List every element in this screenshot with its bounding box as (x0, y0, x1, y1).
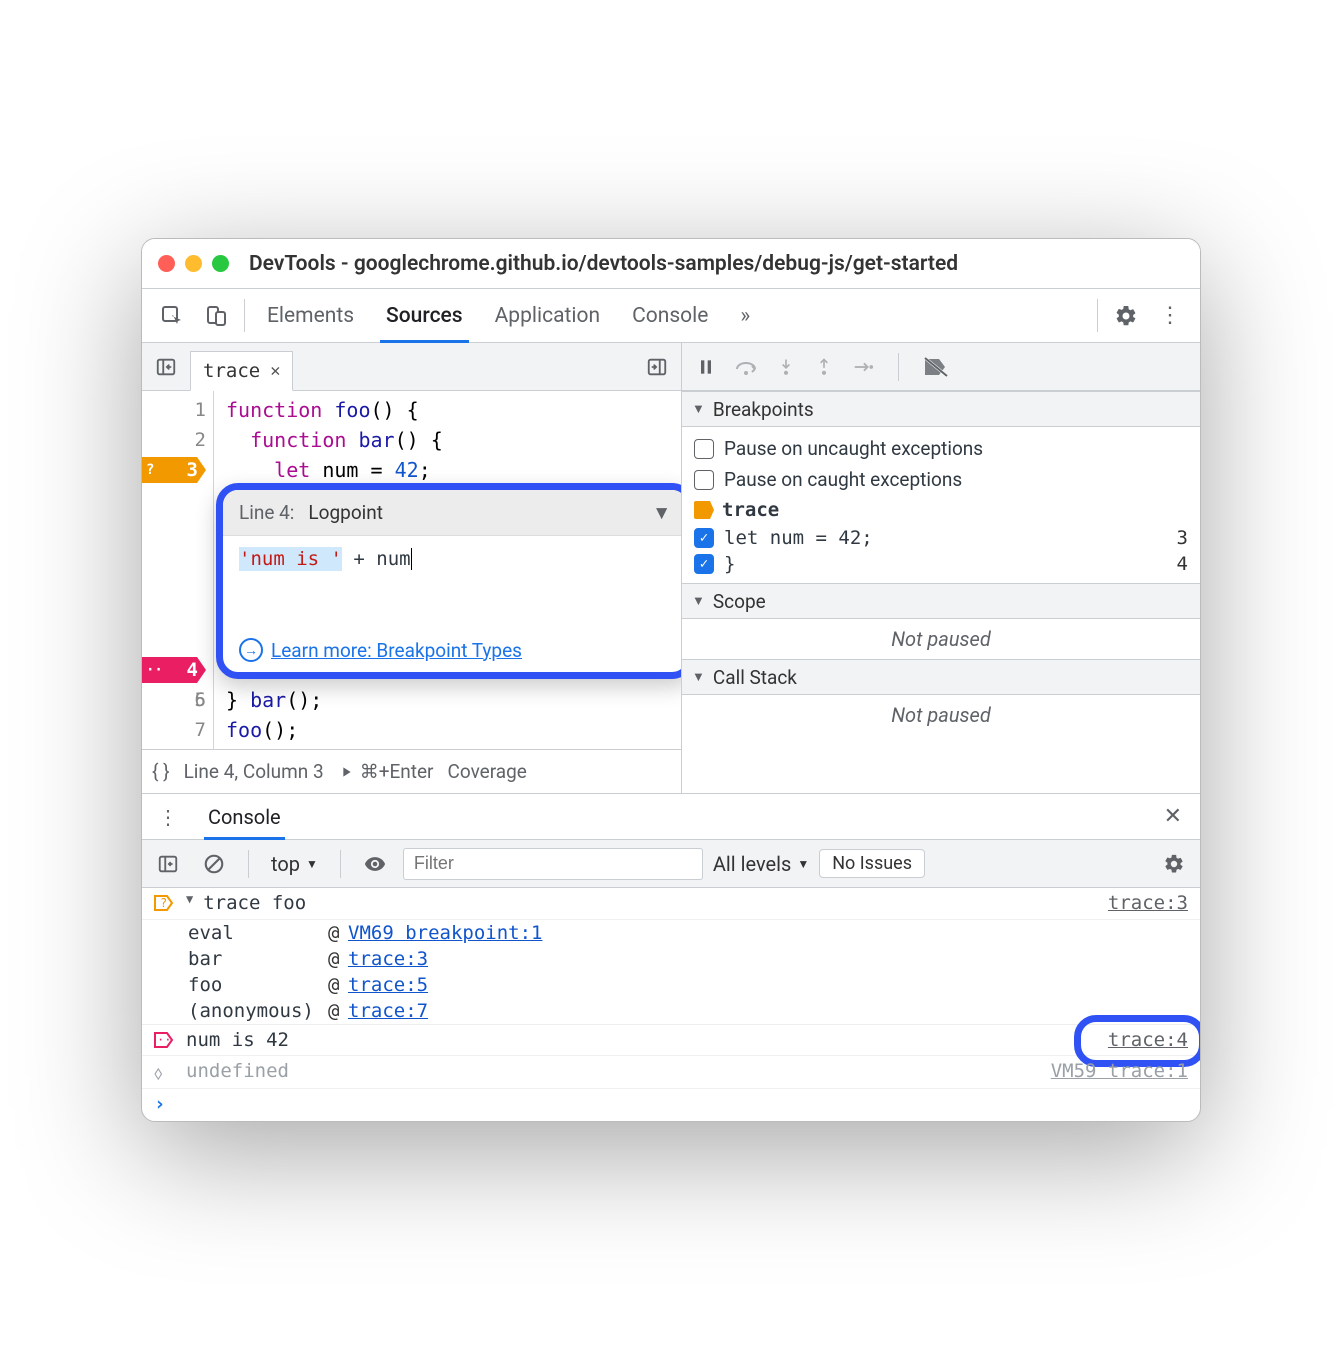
dropdown-caret-icon[interactable]: ▼ (652, 501, 671, 525)
source-link[interactable]: trace:4 (1108, 1029, 1188, 1051)
console-message[interactable]: ? ▼ trace foo trace:3 (142, 888, 1200, 920)
conditional-breakpoint-marker[interactable]: ?3 (142, 457, 206, 483)
source-link[interactable]: trace:3 (1108, 892, 1188, 914)
stack-trace: eval@VM69 breakpoint:1 bar@trace:3 foo@t… (142, 920, 1200, 1024)
run-snippet-button[interactable]: ⌘+Enter (338, 760, 434, 783)
prompt-chevron-icon: › (154, 1093, 165, 1115)
expand-triangle-icon: ▼ (692, 401, 705, 417)
logpoint-badge-icon: ·· (154, 1031, 176, 1049)
tab-elements[interactable]: Elements (251, 289, 370, 342)
console-prompt[interactable]: › (142, 1089, 1200, 1121)
scope-section-header[interactable]: ▼ Scope (682, 583, 1200, 619)
editor-statusbar: { } Line 4, Column 3 ⌘+Enter Coverage (142, 749, 681, 793)
line-number[interactable]: 1 (142, 399, 206, 421)
breakpoint-row[interactable]: ✓ let num = 42; 3 (694, 525, 1188, 551)
close-window-button[interactable] (158, 255, 175, 272)
console-message[interactable]: ·· num is 42 trace:4 (142, 1024, 1200, 1056)
inspect-element-icon[interactable] (150, 289, 194, 342)
pause-uncaught-checkbox[interactable] (694, 439, 714, 459)
callstack-not-paused: Not paused (682, 695, 1200, 735)
arrow-right-circle-icon: → (239, 638, 263, 662)
breakpoints-section-header[interactable]: ▼ Breakpoints (682, 391, 1200, 427)
stack-frame[interactable]: eval@VM69 breakpoint:1 (188, 920, 1200, 946)
zoom-window-button[interactable] (212, 255, 229, 272)
svg-text:··: ·· (157, 1033, 171, 1047)
tab-console[interactable]: Console (616, 289, 724, 342)
expand-triangle-icon[interactable]: ▼ (186, 892, 193, 906)
window-titlebar: DevTools - googlechrome.github.io/devtoo… (142, 239, 1200, 289)
tab-sources[interactable]: Sources (370, 289, 479, 342)
window-title: DevTools - googlechrome.github.io/devtoo… (249, 252, 958, 276)
dropdown-caret-icon: ▼ (797, 857, 809, 871)
breakpoint-type-select[interactable]: Logpoint (308, 501, 383, 524)
breakpoint-checkbox[interactable]: ✓ (694, 554, 714, 574)
code-editor[interactable]: 1 function foo() { 2 function bar() { ?3… (142, 391, 681, 749)
return-arrow-icon: ⬨ (154, 1062, 176, 1084)
tab-application[interactable]: Application (479, 289, 616, 342)
console-filter-input[interactable] (403, 848, 703, 880)
settings-icon[interactable] (1104, 289, 1148, 342)
sources-subbar: trace ✕ (142, 343, 681, 391)
file-tab-trace[interactable]: trace ✕ (190, 351, 293, 391)
drawer-tab-console[interactable]: Console (194, 794, 295, 839)
main-tabs: Elements Sources Application Console » ⋮ (142, 289, 1200, 343)
file-tab-name: trace (203, 360, 260, 382)
scope-not-paused: Not paused (682, 619, 1200, 659)
expand-triangle-icon: ▼ (692, 669, 705, 685)
stack-frame[interactable]: bar@trace:3 (188, 946, 1200, 972)
pretty-print-button[interactable]: { } (152, 760, 170, 783)
pause-caught-checkbox[interactable] (694, 470, 714, 490)
live-expression-icon[interactable] (357, 853, 393, 875)
tabs-overflow-button[interactable]: » (724, 289, 766, 342)
cursor-position: Line 4, Column 3 (184, 760, 324, 783)
close-drawer-icon[interactable]: ✕ (1154, 804, 1192, 829)
debugger-toolbar (682, 343, 1200, 391)
console-settings-icon[interactable] (1156, 853, 1192, 875)
callstack-section-header[interactable]: ▼ Call Stack (682, 659, 1200, 695)
console-message[interactable]: ⬨ undefined VM59 trace:1 (142, 1056, 1200, 1089)
coverage-button[interactable]: Coverage (448, 760, 527, 783)
breakpoint-group[interactable]: trace (694, 495, 1188, 525)
window-controls (158, 255, 229, 272)
deactivate-breakpoints-icon[interactable] (923, 356, 949, 378)
breakpoints-section: Pause on uncaught exceptions Pause on ca… (682, 427, 1200, 583)
pause-icon[interactable] (696, 357, 716, 377)
step-into-icon[interactable] (776, 357, 796, 377)
context-selector[interactable]: top ▼ (265, 852, 324, 876)
logpoint-marker[interactable]: ··4 (142, 657, 206, 683)
more-icon[interactable]: ⋮ (1148, 289, 1192, 342)
stack-frame[interactable]: (anonymous)@trace:7 (188, 998, 1200, 1024)
popup-line-label: Line 4: (239, 501, 294, 524)
step-out-icon[interactable] (814, 357, 834, 377)
dropdown-caret-icon: ▼ (306, 857, 318, 871)
line-number[interactable]: 7 (142, 719, 206, 741)
clear-console-icon[interactable] (196, 853, 232, 875)
console-output: ? ▼ trace foo trace:3 eval@VM69 breakpoi… (142, 888, 1200, 1121)
minimize-window-button[interactable] (185, 255, 202, 272)
warning-badge-icon: ? (154, 894, 176, 912)
console-sidebar-toggle-icon[interactable] (150, 853, 186, 875)
stack-frame[interactable]: foo@trace:5 (188, 972, 1200, 998)
issues-button[interactable]: No Issues (819, 849, 925, 878)
step-over-icon[interactable] (734, 357, 758, 377)
line-number[interactable]: 2 (142, 429, 206, 451)
debugger-toggle-icon[interactable] (639, 356, 675, 378)
breakpoint-group-icon (694, 501, 714, 519)
logpoint-expression-input[interactable]: 'num is ' + num (223, 536, 681, 582)
breakpoint-checkbox[interactable]: ✓ (694, 528, 714, 548)
drawer-more-icon[interactable]: ⋮ (150, 805, 186, 829)
step-icon[interactable] (852, 357, 874, 377)
source-link[interactable]: VM59 trace:1 (1051, 1060, 1188, 1082)
logpoint-editor-popup: Line 4: Logpoint ▼ 'num is ' + num → Lea… (216, 483, 681, 679)
console-drawer: ⋮ Console ✕ top ▼ All levels ▼ (142, 793, 1200, 1121)
navigator-toggle-icon[interactable] (148, 356, 184, 378)
log-levels-selector[interactable]: All levels ▼ (713, 852, 809, 876)
learn-more-link[interactable]: Learn more: Breakpoint Types (271, 639, 522, 662)
svg-text:?: ? (160, 896, 167, 910)
devtools-window: DevTools - googlechrome.github.io/devtoo… (141, 238, 1201, 1122)
close-file-icon[interactable]: ✕ (270, 361, 280, 381)
device-mode-icon[interactable] (194, 289, 238, 342)
breakpoint-row[interactable]: ✓ } 4 (694, 551, 1188, 577)
